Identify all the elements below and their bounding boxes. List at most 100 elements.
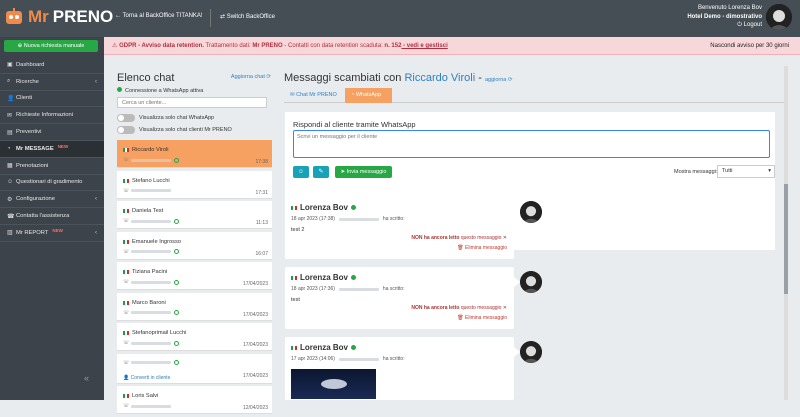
customer-name[interactable]: Riccardo Viroli [404,72,475,84]
customer-search-input[interactable] [117,97,267,108]
delete-message-link[interactable]: 🗑 Elimina messaggio [457,245,507,251]
sidebar-item-label: Mr MESSAGE [16,145,54,152]
emoji-button[interactable]: ☺ [293,166,309,178]
logo-preno: PRENO [52,7,114,26]
toggle-label: Visualizza solo chat WhatsApp [139,115,215,121]
hide-alert-button[interactable]: Nascondi avviso per 30 giorni [710,37,789,55]
chat-item[interactable]: Loris Salvi ☏ 12/04/2023 [117,386,272,414]
user-info: Benvenuto Lorenza Bov Hotel Demo - dimos… [687,4,762,30]
tab-chat-mr-preno[interactable]: ✉ Chat Mr PRENO [284,88,343,103]
user-avatar-icon [766,4,792,30]
sidebar-item-richieste[interactable]: ✉ Richieste Informazioni [0,107,104,125]
new-manual-request-button[interactable]: ⊕ Nuova richiesta manuale [4,40,98,52]
show-messages-select[interactable]: Tutti [717,165,775,178]
warning-icon: ⚠ [112,43,118,49]
chevron-left-icon: ‹ [95,229,97,236]
chat-item[interactable]: Riccardo Viroli ☏ 17:38 [117,140,272,168]
alert-title: GDPR - Avviso data retention. [119,43,204,49]
chat-item[interactable]: Daniela Test ☏ 11:13 [117,201,272,229]
sidebar-item-label: Contatta l'assistenza [16,213,70,220]
sidebar-item-label: Mr REPORT [16,229,49,236]
toggle-switch[interactable] [117,114,135,122]
chat-item-time: 17:38 [255,159,268,165]
sidebar-menu: ▣ Dashboard ⌕ Ricerche ‹ 👤 Clienti ✉ Richiest… [0,57,104,242]
read-status-tail: questo messaggio ✕ [459,235,507,241]
back-to-backoffice-link[interactable]: ← Torna al BackOffice TITANKA! [115,13,203,19]
switch-backoffice-link[interactable]: ⇄ Switch BackOffice [220,13,275,20]
sidebar-item-prenotazioni[interactable]: ▦ Prenotazioni [0,158,104,175]
toggle-whatsapp-only[interactable]: Visualizza solo chat WhatsApp [117,114,214,122]
message-date: 18 apr 2023 (17:38) [291,216,335,222]
whatsapp-icon [174,310,180,315]
sender-avatar [520,271,542,293]
sidebar-item-questionari[interactable]: ☺ Questionari di gradimento [0,175,104,192]
delete-message-link[interactable]: 🗑 Elimina messaggio [457,315,507,321]
sidebar-item-label: Dashboard [16,61,45,68]
dashboard-icon: ▣ [7,62,13,69]
sidebar-item-clienti[interactable]: 👤 Clienti [0,91,104,108]
sidebar-item-label: Preventivi [16,129,42,136]
convert-to-customer-link[interactable]: 👤 Converti in cliente [123,375,170,381]
sidebar-item-assistenza[interactable]: ☎ Contatta l'assistenza [0,208,104,225]
user-avatar[interactable] [766,4,792,30]
channel-tabs: ✉ Chat Mr PRENO ◔ WhatsApp [284,86,788,103]
chat-item[interactable]: Stefano Lucchi ☏ 17:31 [117,170,272,199]
attach-button[interactable]: ✎ [313,166,329,178]
message-image[interactable] [291,369,376,399]
alert-brand: Mr PRENO [252,43,283,49]
alert-manage-link[interactable]: - vedi e gestisci [401,43,448,49]
sidebar-item-label: Questionari di gradimento [16,179,83,186]
chat-item[interactable]: Marco Baroni ☏ 17/04/2023 [117,292,272,321]
chat-item-time: 17/04/2023 [242,281,268,287]
chat-item[interactable]: ☏ 👤 Converti in cliente 17/04/2023 [117,353,272,384]
chat-name: Emanuele Ingrosso [132,238,182,245]
sidebar-item-preventivi[interactable]: ▤ Preventivi [0,124,104,141]
chat-name: Daniela Test [132,208,164,214]
reply-textarea[interactable] [293,130,770,158]
italy-flag-icon [123,270,129,274]
chat-name: Loris Salvi [132,393,159,399]
logout-link[interactable]: ⏻ Logout [687,21,762,30]
italy-flag-icon [123,300,129,305]
refresh-chat-link[interactable]: Aggiorna chat ⟳ [231,74,271,80]
show-messages-label: Mostra messaggi: [674,169,718,175]
logo[interactable]: Mr PRENO [4,7,113,27]
italy-flag-icon [123,178,129,183]
message-date: 18 apr 2023 (17:36) [291,286,335,292]
message-date: 17 apr 2023 (14:06) [291,356,335,362]
status-dot-icon [117,87,122,92]
chat-item-name: Emanuele Ingrosso [123,239,181,245]
chat-item[interactable]: Stefanoprimail Lucchi ☏ 17/04/2023 [117,323,272,351]
send-message-button[interactable]: ➤ Invia messaggio [335,166,392,178]
calendar-icon: ▦ [7,163,13,170]
collapse-sidebar-icon[interactable]: « [84,373,89,383]
alert-text-tail: - Contatti con data retention scaduta: [282,43,385,49]
sidebar-item-mr-message[interactable]: ◔ Mr MESSAGE NEW [0,140,104,158]
toggle-mr-preno-only[interactable]: Visualizza solo chat clienti Mr PRENO [117,126,232,134]
redacted-phone [338,287,379,291]
redacted-phone [131,280,172,284]
sidebar-item-mr-report[interactable]: ▥ Mr REPORT NEW ‹ [0,225,104,242]
messages-scrollbar[interactable] [784,66,788,400]
reply-label: Rispondi al cliente tramite WhatsApp [293,120,416,129]
chat-item-time: 17/04/2023 [242,372,268,379]
sidebar-item-ricerche[interactable]: ⌕ Ricerche ‹ [0,74,104,91]
toggle-switch[interactable] [117,126,135,134]
user-avatar-icon [520,341,542,363]
phone-icon: ☎ [7,213,15,220]
chat-item[interactable]: Tiziana Pacini ☏ 17/04/2023 [117,262,272,290]
sidebar: ⊕ Nuova richiesta manuale ▣ Dashboard ⌕ Ri… [0,37,104,400]
message-card: Lorenza Bov 18 apr 2023 (17:38) ha scritt… [285,197,520,259]
user-hotel: Hotel Demo - dimostrativo [687,13,762,20]
refresh-messages-link[interactable]: aggiorna ⟳ [485,77,513,83]
tab-whatsapp[interactable]: ◔ WhatsApp [345,88,392,103]
italy-flag-icon [123,209,129,213]
sidebar-item-dashboard[interactable]: ▣ Dashboard [0,57,104,74]
phone-icon: ☏ [123,248,130,255]
sidebar-item-configurazione[interactable]: ⚙ Configurazione ‹ [0,191,104,209]
chat-item[interactable]: Emanuele Ingrosso ☏ 16:07 [117,231,272,260]
chat-item-name: Tiziana Pacini [123,269,167,275]
report-icon: ▥ [7,230,13,237]
chat-item-time: 17:31 [255,189,268,196]
chat-item-phone: ☏ [123,188,172,194]
